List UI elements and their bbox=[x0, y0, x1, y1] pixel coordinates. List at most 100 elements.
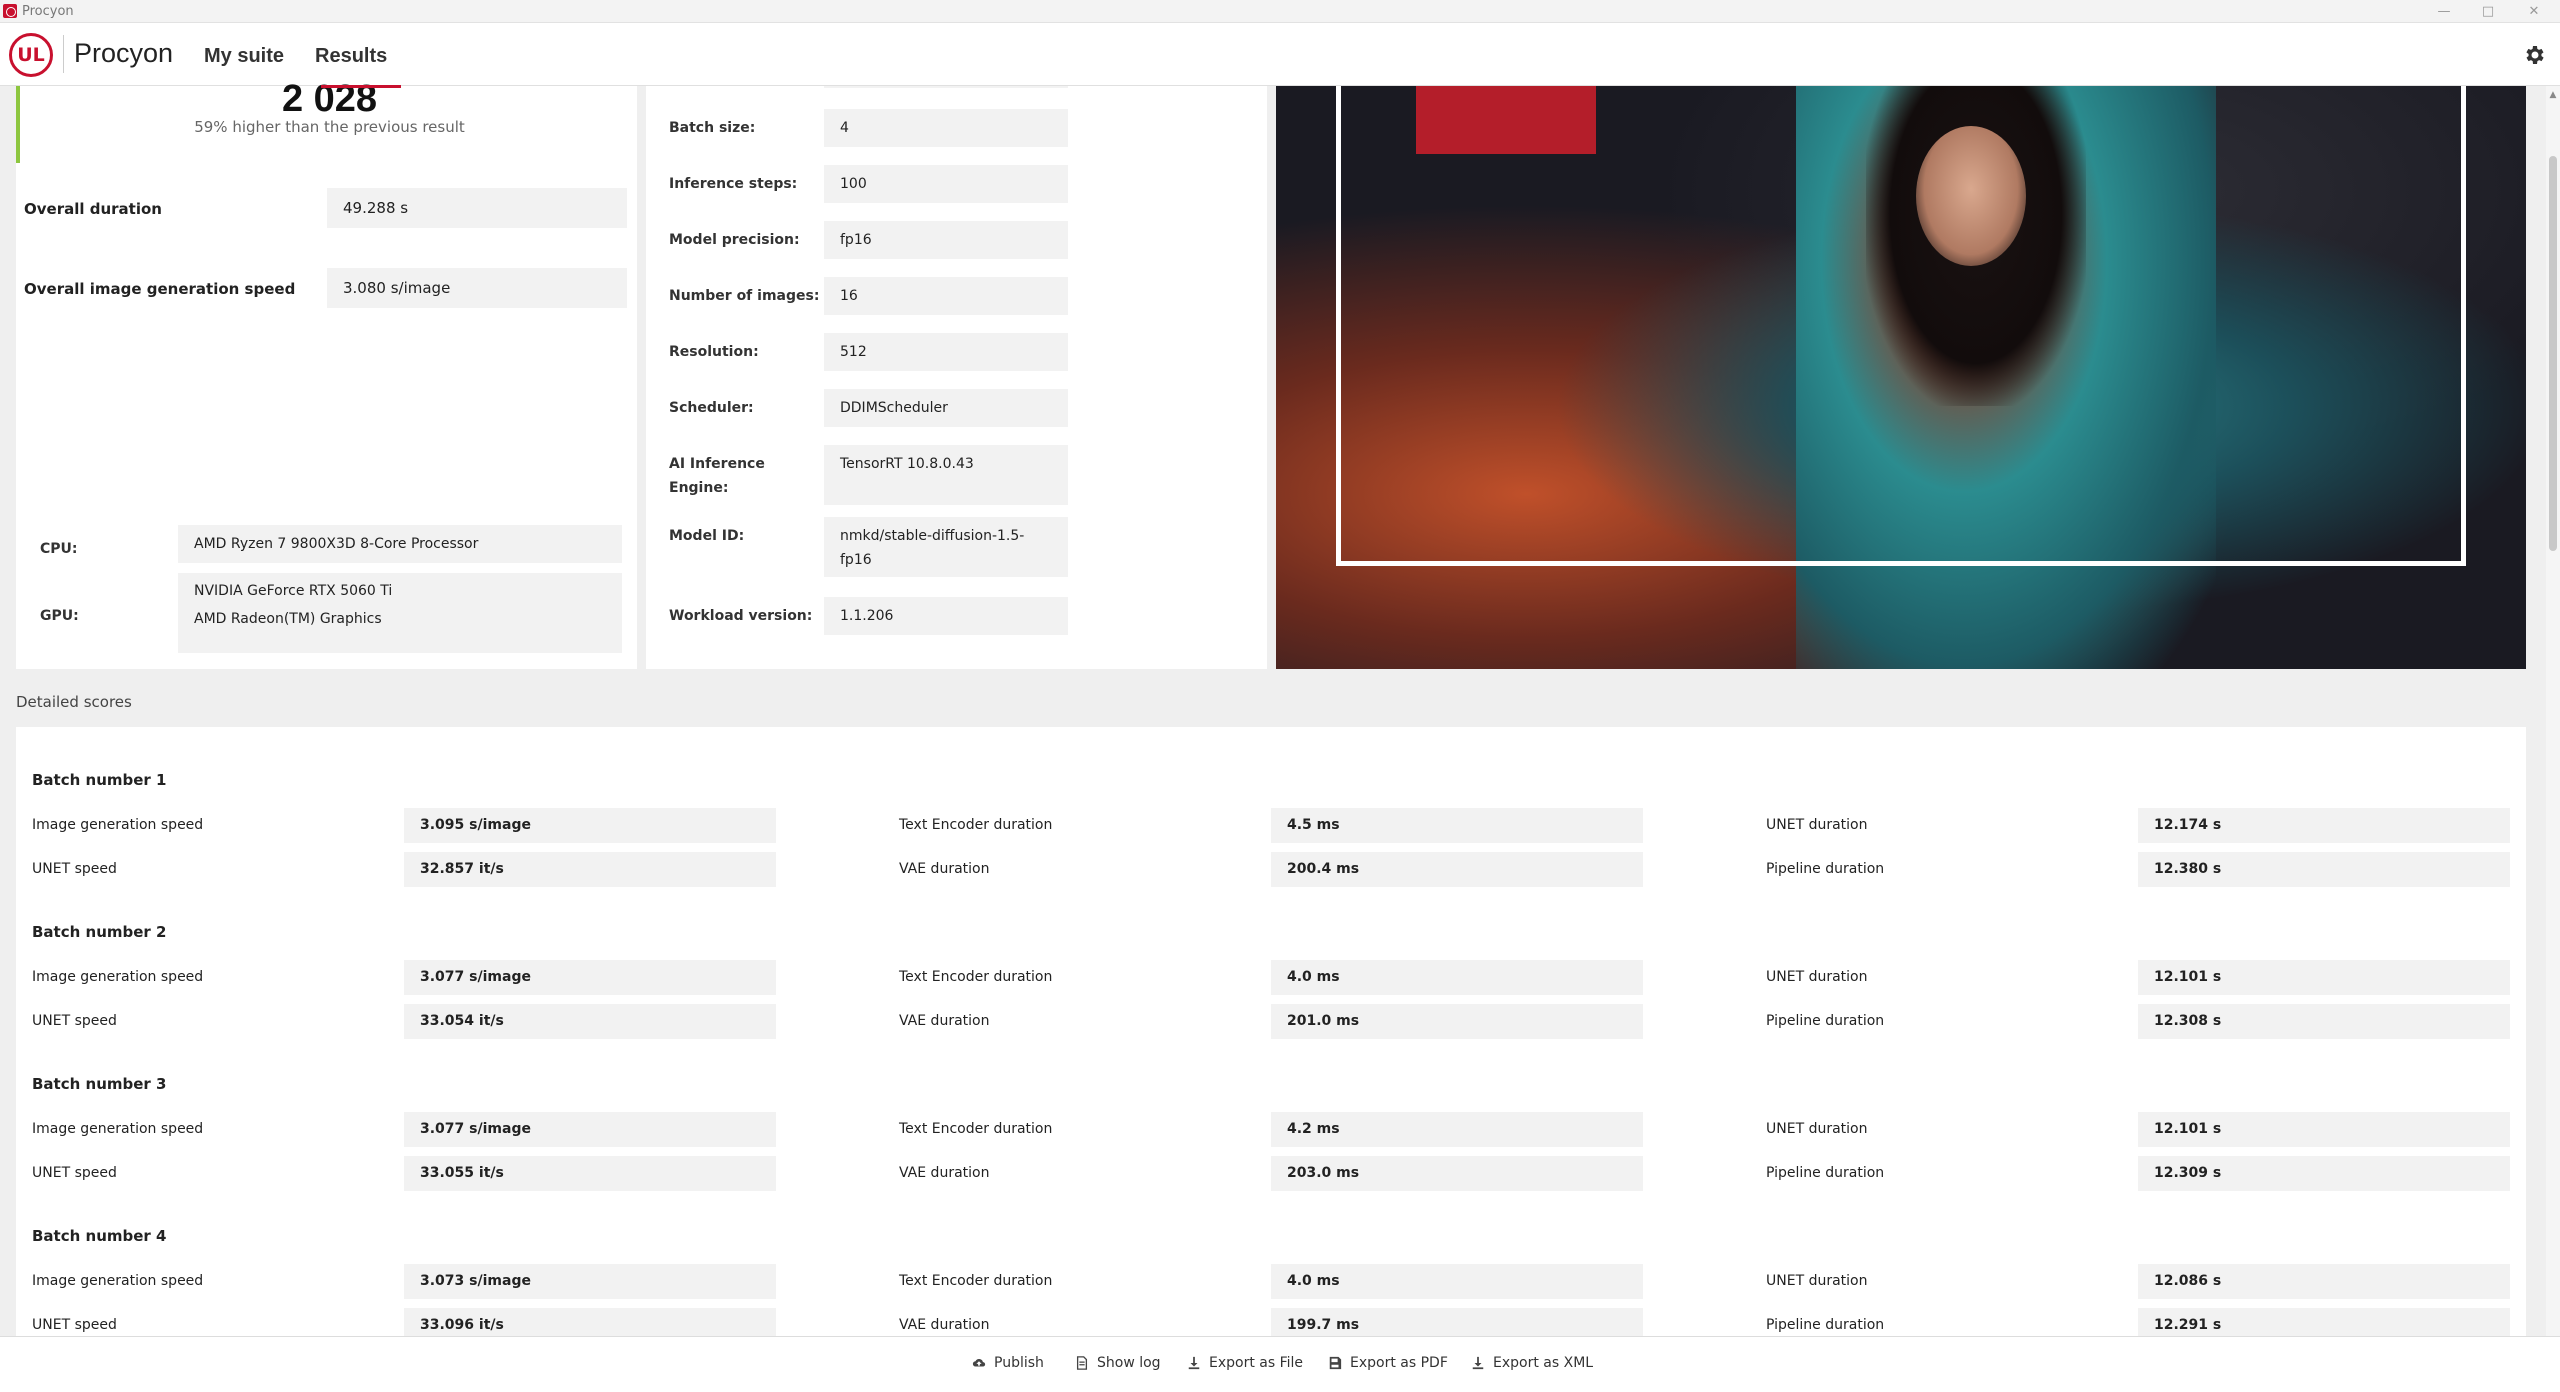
detail-value: 12.101 s bbox=[2138, 960, 2510, 995]
detail-value: 3.077 s/image bbox=[404, 960, 776, 995]
publish-label: Publish bbox=[994, 1355, 1044, 1371]
detailed-scores-card: Batch number 1 Image generation speed 3.… bbox=[16, 727, 2526, 1343]
detail-label: Image generation speed bbox=[32, 1273, 204, 1289]
detail-value: 4.5 ms bbox=[1271, 808, 1643, 843]
detail-value: 203.0 ms bbox=[1271, 1156, 1643, 1191]
detail-label: Image generation speed bbox=[32, 969, 204, 985]
setting-label: Number of images: bbox=[669, 288, 820, 304]
batch-title: Batch number 2 bbox=[32, 923, 167, 941]
detail-value: 33.055 it/s bbox=[404, 1156, 776, 1191]
detail-value: 3.077 s/image bbox=[404, 1112, 776, 1147]
detail-value: 4.0 ms bbox=[1271, 1264, 1643, 1299]
gpu-value-1: NVIDIA GeForce RTX 5060 Ti bbox=[194, 583, 393, 599]
brand-name: Procyon bbox=[74, 38, 174, 68]
app-header: UL Procyon My suite Results bbox=[0, 23, 2560, 86]
detail-label: UNET duration bbox=[1766, 1121, 1868, 1137]
detail-value: 12.309 s bbox=[2138, 1156, 2510, 1191]
detail-label: UNET duration bbox=[1766, 1273, 1868, 1289]
logo-divider bbox=[63, 35, 64, 73]
gpu-label: GPU: bbox=[40, 608, 79, 624]
download-icon bbox=[1472, 1356, 1484, 1370]
detail-label: VAE duration bbox=[899, 1317, 990, 1333]
setting-label-line2: Engine: bbox=[669, 480, 729, 496]
detail-label: UNET speed bbox=[32, 1013, 117, 1029]
detail-label: Pipeline duration bbox=[1766, 1013, 1885, 1029]
detail-label: Image generation speed bbox=[32, 817, 204, 833]
overall-speed-label: Overall image generation speed bbox=[24, 280, 296, 298]
setting-label: Model ID: bbox=[669, 528, 745, 544]
publish-button[interactable]: Publish bbox=[972, 1355, 1044, 1371]
detail-label: UNET speed bbox=[32, 861, 117, 877]
detail-value: 12.086 s bbox=[2138, 1264, 2510, 1299]
export-pdf-button[interactable]: Export as PDF bbox=[1328, 1355, 1448, 1371]
overall-duration-label: Overall duration bbox=[24, 200, 162, 218]
detail-value: 32.857 it/s bbox=[404, 852, 776, 887]
detail-label: VAE duration bbox=[899, 1165, 990, 1181]
detail-value: 200.4 ms bbox=[1271, 852, 1643, 887]
title-bar: Procyon — □ ✕ bbox=[0, 0, 2560, 23]
detail-value: 12.308 s bbox=[2138, 1004, 2510, 1039]
cpu-label: CPU: bbox=[40, 541, 78, 557]
save-icon bbox=[1329, 1356, 1342, 1370]
model-id-line2: fp16 bbox=[840, 552, 872, 568]
app-icon bbox=[3, 4, 17, 18]
setting-value: DDIMScheduler bbox=[824, 389, 1068, 427]
vertical-scrollbar[interactable]: ▲ bbox=[2546, 86, 2560, 1336]
setting-label: Resolution: bbox=[669, 344, 759, 360]
setting-value: 4 bbox=[824, 109, 1068, 147]
detail-value: 4.0 ms bbox=[1271, 960, 1643, 995]
batch-title: Batch number 3 bbox=[32, 1075, 167, 1093]
image-frame bbox=[1336, 86, 2466, 566]
detail-label: Pipeline duration bbox=[1766, 1317, 1885, 1333]
nav-results[interactable]: Results bbox=[315, 45, 387, 68]
setting-value: 512 bbox=[824, 333, 1068, 371]
detail-label: Pipeline duration bbox=[1766, 1165, 1885, 1181]
detail-label: VAE duration bbox=[899, 861, 990, 877]
show-log-label: Show log bbox=[1097, 1355, 1161, 1371]
detail-value: 3.073 s/image bbox=[404, 1264, 776, 1299]
setting-value: 100 bbox=[824, 165, 1068, 203]
detail-value: 12.174 s bbox=[2138, 808, 2510, 843]
scroll-up-icon[interactable]: ▲ bbox=[2548, 90, 2558, 100]
score-underline bbox=[321, 85, 401, 88]
gear-icon[interactable] bbox=[2522, 43, 2546, 67]
window-title: Procyon bbox=[22, 4, 74, 19]
detailed-scores-title: Detailed scores bbox=[16, 693, 132, 711]
setting-value: fp16 bbox=[824, 221, 1068, 259]
detail-label: Image generation speed bbox=[32, 1121, 204, 1137]
show-log-button[interactable]: Show log bbox=[1075, 1355, 1161, 1371]
overall-duration-value: 49.288 s bbox=[327, 188, 627, 228]
export-xml-button[interactable]: Export as XML bbox=[1471, 1355, 1593, 1371]
export-file-label: Export as File bbox=[1209, 1355, 1304, 1371]
detail-label: UNET duration bbox=[1766, 817, 1868, 833]
setting-label: Scheduler: bbox=[669, 400, 754, 416]
detail-value: 12.380 s bbox=[2138, 852, 2510, 887]
settings-card: Batch size: 4 Inference steps: 100 Model… bbox=[646, 86, 1267, 669]
summary-card: 2 028 59% higher than the previous resul… bbox=[16, 78, 637, 669]
detail-value: 33.054 it/s bbox=[404, 1004, 776, 1039]
minimize-button[interactable]: — bbox=[2424, 0, 2464, 23]
document-icon bbox=[1076, 1356, 1088, 1370]
gpu-value-box: NVIDIA GeForce RTX 5060 Ti AMD Radeon(TM… bbox=[178, 573, 622, 653]
batch-title: Batch number 1 bbox=[32, 771, 167, 789]
setting-label-line1: AI Inference bbox=[669, 456, 765, 472]
detail-label: UNET duration bbox=[1766, 969, 1868, 985]
scroll-thumb[interactable] bbox=[2549, 156, 2557, 551]
ul-logo[interactable]: UL bbox=[9, 33, 53, 77]
detail-label: Text Encoder duration bbox=[899, 1273, 1053, 1289]
export-file-button[interactable]: Export as File bbox=[1187, 1355, 1303, 1371]
nav-my-suite[interactable]: My suite bbox=[204, 45, 284, 68]
detail-label: UNET speed bbox=[32, 1317, 117, 1333]
close-button[interactable]: ✕ bbox=[2514, 0, 2554, 23]
batch-title: Batch number 4 bbox=[32, 1227, 167, 1245]
maximize-button[interactable]: □ bbox=[2468, 0, 2508, 23]
detail-value: 201.0 ms bbox=[1271, 1004, 1643, 1039]
detail-label: Text Encoder duration bbox=[899, 817, 1053, 833]
footer-toolbar: Publish Show log Export as File Export a… bbox=[0, 1336, 2560, 1392]
setting-value: 16 bbox=[824, 277, 1068, 315]
setting-label: Inference steps: bbox=[669, 176, 798, 192]
setting-value-box: nmkd/stable-diffusion-1.5- fp16 bbox=[824, 517, 1068, 577]
cpu-value: AMD Ryzen 7 9800X3D 8-Core Processor bbox=[178, 525, 622, 563]
setting-label: Workload version: bbox=[669, 608, 813, 624]
detail-value: 12.101 s bbox=[2138, 1112, 2510, 1147]
